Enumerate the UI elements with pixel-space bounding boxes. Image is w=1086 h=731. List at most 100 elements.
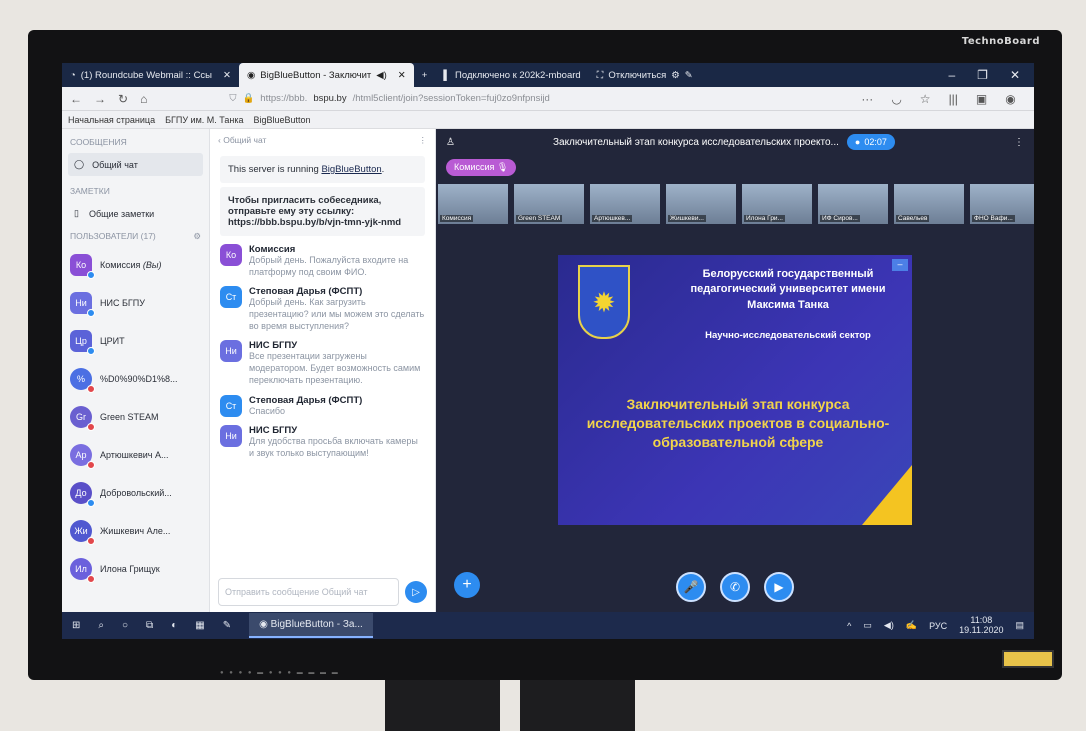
message-text: Добрый день. Как загрузить презентацию? … — [249, 297, 425, 331]
avatar-initials: Ар — [75, 450, 87, 460]
close-icon[interactable]: ✕ — [223, 70, 231, 81]
close-icon[interactable]: ✕ — [398, 70, 406, 81]
chat-title: Общий чат — [223, 135, 267, 145]
user-list-item[interactable]: Ар Артюшкевич А... — [62, 436, 209, 474]
actions-button[interactable]: + — [454, 572, 480, 598]
star-icon[interactable]: ☆ — [920, 92, 931, 106]
slide-corner-decoration — [862, 465, 912, 525]
pocket-icon[interactable]: ◡ — [891, 92, 901, 106]
sun-emblem-icon: ✹ — [578, 265, 630, 339]
windows-start-icon[interactable]: ⊞ — [72, 620, 80, 631]
share-camera-button[interactable]: ▶ — [764, 572, 794, 602]
user-list-item[interactable]: Жи Жишкевич Але... — [62, 512, 209, 550]
avatar: Ар — [70, 444, 95, 469]
search-icon[interactable]: ⌕ — [98, 620, 104, 631]
chat-back-link[interactable]: ‹ Общий чат — [218, 135, 266, 146]
webcam-thumbnail[interactable]: ИФ Сиров... — [818, 184, 888, 224]
chat-bubble-icon: ◯ — [74, 159, 85, 169]
account-icon[interactable]: ◉ — [1005, 92, 1015, 106]
user-icon[interactable]: ♙ — [446, 137, 455, 148]
bookmark-bbb[interactable]: BigBlueButton — [253, 115, 310, 125]
shared-notes-item[interactable]: ▯ Общие заметки — [62, 200, 209, 227]
avatar-initials: До — [75, 488, 87, 498]
bezel-sticker — [1002, 650, 1054, 668]
task-view-icon[interactable]: ⧉ — [146, 620, 153, 631]
edge-icon[interactable]: ◐ — [171, 620, 177, 631]
chat-input[interactable]: Отправить сообщение Общий чат — [218, 578, 399, 606]
user-list-item[interactable]: Ко Комиссия (Вы) — [62, 246, 209, 284]
avatar: % — [70, 368, 95, 393]
webcam-thumbnail[interactable]: Артюшкев... — [590, 184, 660, 224]
tab-roundcube[interactable]: ◔ (1) Roundcube Webmail :: Ссы ✕ — [62, 63, 239, 87]
user-name-text: Жишкевич Але... — [100, 526, 171, 536]
language-indicator[interactable]: РУС — [929, 621, 947, 631]
leave-audio-button[interactable]: ✆ — [720, 572, 750, 602]
more-icon[interactable]: ··· — [861, 92, 873, 106]
webcam-thumbnail[interactable]: Савельев — [894, 184, 964, 224]
avatar-initials: % — [76, 374, 85, 384]
recording-time: 02:07 — [864, 137, 887, 147]
screen: ◔ (1) Roundcube Webmail :: Ссы ✕ ◉ BigBl… — [62, 63, 1034, 639]
webcam-name: Артюшкев... — [592, 215, 633, 222]
webcam-thumbnail[interactable]: Жишкеви... — [666, 184, 736, 224]
user-list-item[interactable]: % %D0%90%D1%8... — [62, 360, 209, 398]
avatar: Ко — [220, 244, 242, 266]
volume-icon[interactable]: ◀) — [884, 620, 894, 631]
new-tab-button[interactable]: + — [414, 63, 436, 87]
chevron-up-icon[interactable]: ^ — [847, 621, 851, 631]
gear-icon[interactable]: ⚙ — [671, 70, 680, 81]
network-icon[interactable]: ▭ — [863, 620, 872, 631]
monitor-brand: TechnoBoard — [961, 36, 1040, 47]
user-name-text: НИС БГПУ — [100, 298, 145, 308]
webcam-thumbnail[interactable]: Илона Гри... — [742, 184, 812, 224]
message-text: Для удобства просьба включать камеры и з… — [249, 436, 418, 458]
document-icon: ▯ — [74, 208, 79, 218]
taskbar-firefox[interactable]: ◉ BigBlueButton - За... — [249, 613, 373, 638]
explorer-icon[interactable]: ▦ — [195, 620, 204, 631]
minimize-presentation-button[interactable]: – — [892, 259, 908, 271]
disconnect-button[interactable]: ⛶ Отключиться ⚙ ✎ — [589, 63, 701, 87]
avatar-initials: Ни — [225, 346, 237, 357]
webcam-thumbnail[interactable]: Green STEAM — [514, 184, 584, 224]
options-icon[interactable]: ⋮ — [1014, 137, 1024, 148]
cortana-icon[interactable]: ○ — [122, 620, 128, 631]
user-list-item[interactable]: Ил Илона Грищук — [62, 550, 209, 588]
webcam-thumbnail[interactable]: Комиссия — [438, 184, 508, 224]
bookmark-home[interactable]: Начальная страница — [68, 115, 155, 125]
invite-link[interactable]: https://bbb.bspu.by/b/vjn-tmn-yjk-nmd — [228, 217, 417, 228]
pen-icon[interactable]: ✍ — [906, 620, 917, 631]
bookmark-bspu[interactable]: БГПУ им. М. Танка — [165, 115, 243, 125]
public-chat-label: Общий чат — [92, 159, 138, 170]
sidebar-icon[interactable]: ▣ — [976, 92, 987, 106]
settings-gear-icon[interactable]: ⚙ — [193, 231, 201, 242]
maximize-icon[interactable]: ❐ — [977, 68, 988, 82]
forward-icon[interactable]: → — [94, 92, 106, 106]
public-chat-item[interactable]: ◯ Общий чат — [68, 153, 203, 176]
user-list-item[interactable]: Ни НИС БГПУ — [62, 284, 209, 322]
bbb-link[interactable]: BigBlueButton — [321, 164, 381, 175]
home-icon[interactable]: ⌂ — [140, 92, 147, 106]
notification-icon[interactable]: ▤ — [1015, 620, 1024, 631]
minimize-icon[interactable]: – — [948, 68, 955, 82]
webcam-thumbnail[interactable]: ФНО Вафи... — [970, 184, 1034, 224]
mute-button[interactable]: 🎤 — [676, 572, 706, 602]
chat-options-icon[interactable]: ⋮ — [419, 135, 428, 146]
reload-icon[interactable]: ↻ — [118, 92, 128, 106]
back-icon[interactable]: ← — [70, 92, 82, 106]
users-container: Ко Комиссия (Вы) Ни НИС БГПУ Цр ЦРИТ % %D0%90… — [62, 246, 209, 588]
send-button[interactable]: ▷ — [405, 581, 427, 603]
user-list-item[interactable]: До Добровольский... — [62, 474, 209, 512]
paint-icon[interactable]: ✎ — [223, 620, 231, 631]
user-list-item[interactable]: Gr Green STEAM — [62, 398, 209, 436]
close-window-icon[interactable]: ✕ — [1010, 68, 1020, 82]
tab-bigbluebutton[interactable]: ◉ BigBlueButton - Заключит ◀) ✕ — [238, 63, 414, 87]
recording-indicator[interactable]: ● 02:07 — [846, 134, 895, 150]
chat-input-area: Отправить сообщение Общий чат ▷ — [218, 578, 427, 606]
library-icon[interactable]: ||| — [949, 92, 958, 106]
pin-icon[interactable]: ✎ — [685, 70, 693, 81]
clock[interactable]: 11:08 19.11.2020 — [959, 615, 1003, 636]
user-name-text: ЦРИТ — [100, 336, 125, 346]
status-dot-icon — [87, 461, 95, 469]
user-list-item[interactable]: Цр ЦРИТ — [62, 322, 209, 360]
address-bar[interactable]: ⛉ 🔒 https://bbb. bspu.by/html5client/join… — [229, 90, 849, 108]
